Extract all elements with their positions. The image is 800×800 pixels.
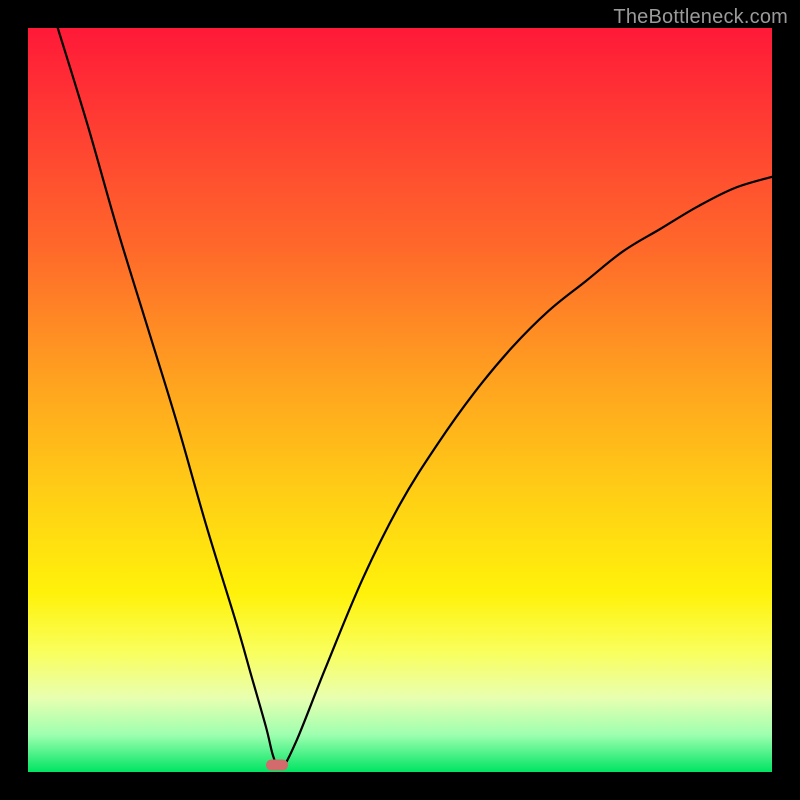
optimum-marker <box>266 759 288 770</box>
chart-frame: TheBottleneck.com <box>0 0 800 800</box>
plot-area <box>28 28 772 772</box>
watermark-text: TheBottleneck.com <box>613 6 788 29</box>
bottleneck-curve <box>28 28 772 772</box>
